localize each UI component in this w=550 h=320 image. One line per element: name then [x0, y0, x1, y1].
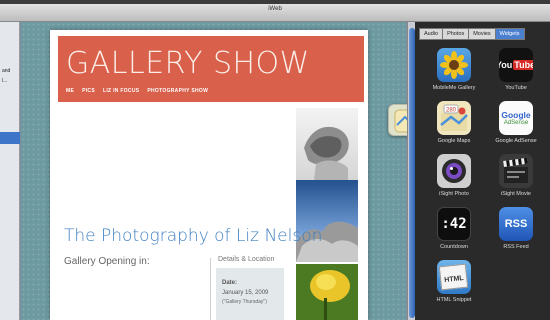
title-bar[interactable]: iWeb — [0, 0, 550, 22]
widget-label: YouTube — [505, 85, 527, 91]
widget-label: Countdown — [440, 244, 468, 250]
widget-label: RSS Feed — [503, 244, 529, 250]
event-date-note: ("Gallery Thursday") — [222, 299, 267, 305]
widget-label: Google Maps — [437, 138, 471, 144]
window-title: iWeb — [268, 6, 282, 12]
nav-link-liz-in-focus[interactable]: LIZ IN FOCUS — [103, 88, 139, 94]
clapperboard-icon — [499, 154, 533, 188]
widget-isight-movie[interactable]: iSight Movie — [485, 154, 547, 197]
header-banner[interactable]: GALLERY SHOW ME PICS LIZ IN FOCUS PHOTOG… — [58, 36, 364, 102]
photo-yellow-flower[interactable] — [296, 264, 358, 320]
media-browser: Audio Photos Movies Widgets MobileMe Gal… — [415, 22, 550, 320]
tab-movies[interactable]: Movies — [468, 28, 495, 40]
widget-rss-feed[interactable]: RSS RSS Feed — [485, 207, 547, 250]
countdown-icon: :42 — [437, 207, 471, 241]
photo-rock-sky[interactable] — [296, 180, 358, 262]
media-tabs: Audio Photos Movies Widgets — [419, 28, 525, 40]
youtube-icon-text: YouTube — [499, 60, 533, 70]
youtube-icon: YouTube — [499, 48, 533, 82]
sidebar-selected-item[interactable] — [0, 132, 20, 144]
html-icon-text: HTML — [444, 274, 465, 284]
tab-audio[interactable]: Audio — [419, 28, 443, 40]
sunflower-icon — [437, 48, 471, 82]
photo-sculpture[interactable] — [296, 108, 358, 180]
widget-countdown[interactable]: :42 Countdown — [423, 207, 485, 250]
rss-icon: RSS — [499, 207, 533, 241]
gallery-opening-heading[interactable]: Gallery Opening in: — [64, 256, 150, 267]
widget-label: MobileMe Gallery — [432, 85, 476, 91]
widget-label: HTML Snippet — [436, 297, 472, 303]
event-date: January 15, 2009 — [222, 290, 269, 296]
nav-link-me[interactable]: ME — [66, 88, 74, 94]
widget-label: iSight Photo — [439, 191, 469, 197]
vertical-scrollbar[interactable] — [407, 22, 415, 320]
google-maps-icon: 280 — [437, 101, 471, 135]
adsense-google-text: Google — [501, 110, 531, 120]
date-label: Date: — [222, 280, 238, 286]
widget-mobileme-gallery[interactable]: MobileMe Gallery — [423, 48, 485, 91]
details-box[interactable]: Date: January 15, 2009 ("Gallery Thursda… — [216, 268, 284, 320]
isight-photo-icon — [437, 154, 471, 188]
menu-strip — [0, 0, 550, 4]
sidebar-label: and — [2, 68, 11, 74]
nav-link-pics[interactable]: PICS — [82, 88, 95, 94]
details-heading[interactable]: Details & Location — [218, 256, 274, 263]
widget-isight-photo[interactable]: iSight Photo — [423, 154, 485, 197]
nav-link-photography-show[interactable]: PHOTOGRAPHY SHOW — [147, 88, 208, 94]
site-sidebar[interactable]: and l... — [0, 22, 20, 320]
widget-label: Google AdSense — [495, 138, 537, 144]
adsense-text: AdSense — [503, 120, 529, 126]
web-page[interactable]: GALLERY SHOW ME PICS LIZ IN FOCUS PHOTOG… — [50, 30, 368, 320]
google-adsense-icon: Google AdSense — [499, 101, 533, 135]
tab-photos[interactable]: Photos — [442, 28, 469, 40]
widget-google-maps[interactable]: 280 Google Maps — [423, 101, 485, 144]
site-navigation: ME PICS LIZ IN FOCUS PHOTOGRAPHY SHOW — [66, 88, 208, 94]
html-snippet-icon: HTML — [437, 260, 471, 294]
column-divider — [210, 258, 211, 320]
widget-label: iSight Movie — [501, 191, 531, 197]
rss-icon-text: RSS — [504, 218, 528, 230]
map-shield-number: 280 — [446, 108, 457, 114]
countdown-icon-text: :42 — [441, 216, 467, 232]
tab-widgets[interactable]: Widgets — [494, 28, 525, 40]
page-title[interactable]: The Photography of Liz Nelson — [64, 226, 322, 246]
sidebar-label: l... — [2, 78, 8, 84]
page-headline[interactable]: GALLERY SHOW — [66, 46, 310, 81]
iweb-window: iWeb and l... GALLERY SHOW ME PICS LIZ I… — [0, 0, 550, 320]
widget-html-snippet[interactable]: HTML HTML Snippet — [423, 260, 485, 303]
widget-youtube[interactable]: YouTube YouTube — [485, 48, 547, 91]
widget-google-adsense[interactable]: Google AdSense Google AdSense — [485, 101, 547, 144]
widget-grid: MobileMe Gallery YouTube YouTube 280 — [423, 48, 547, 303]
